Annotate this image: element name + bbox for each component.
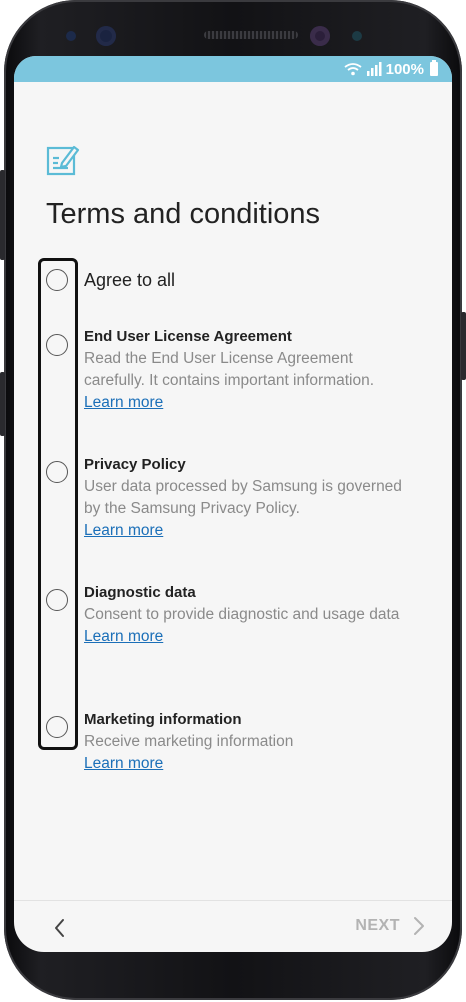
marketing-info-description: Receive marketing information (84, 733, 294, 750)
battery-percent: 100% (385, 60, 424, 78)
agree-all-label[interactable]: Agree to all (84, 270, 175, 291)
edit-document-icon (46, 145, 80, 176)
bixby-button (0, 372, 5, 436)
chevron-left-icon[interactable] (48, 916, 72, 940)
page-title: Terms and conditions (46, 198, 321, 230)
status-indicators: 100% (344, 59, 438, 79)
marketing-info-learn-more-link[interactable]: Learn more (84, 753, 163, 775)
eula-description: Read the End User License Agreement care… (84, 350, 375, 389)
proximity-sensor-icon (352, 31, 362, 41)
battery-icon (430, 60, 438, 76)
volume-button (0, 170, 5, 260)
diagnostic-data-description: Consent to provide diagnostic and usage … (84, 606, 400, 623)
eula-learn-more-link[interactable]: Learn more (84, 392, 163, 414)
diagnostic-data-item: Diagnostic data Consent to provide diagn… (84, 582, 414, 648)
bottom-divider (14, 900, 452, 901)
selfie-camera-icon (310, 26, 330, 46)
phone-frame: 100% Terms and conditions Agree to all E… (0, 0, 466, 1000)
next-label: NEXT (355, 917, 400, 934)
front-camera-icon (96, 26, 116, 46)
screen: 100% Terms and conditions Agree to all E… (14, 56, 452, 952)
privacy-policy-item: Privacy Policy User data processed by Sa… (84, 454, 414, 542)
privacy-policy-title: Privacy Policy (84, 456, 186, 473)
next-button[interactable]: NEXT (355, 916, 426, 936)
diagnostic-data-title: Diagnostic data (84, 584, 196, 601)
chevron-right-icon (414, 917, 424, 935)
privacy-policy-learn-more-link[interactable]: Learn more (84, 520, 163, 542)
eula-title: End User License Agreement (84, 328, 292, 345)
privacy-policy-description: User data processed by Samsung is govern… (84, 478, 402, 517)
diagnostic-data-learn-more-link[interactable]: Learn more (84, 626, 163, 648)
power-button (461, 312, 466, 380)
status-bar: 100% (14, 56, 452, 82)
iris-sensor-icon (66, 31, 76, 41)
eula-item: End User License Agreement Read the End … (84, 326, 414, 414)
wifi-icon (344, 63, 362, 76)
marketing-info-item: Marketing information Receive marketing … (84, 709, 414, 775)
speaker-grill (204, 31, 298, 39)
radio-highlight-box (38, 258, 78, 750)
signal-icon (366, 62, 382, 76)
marketing-info-title: Marketing information (84, 711, 242, 728)
